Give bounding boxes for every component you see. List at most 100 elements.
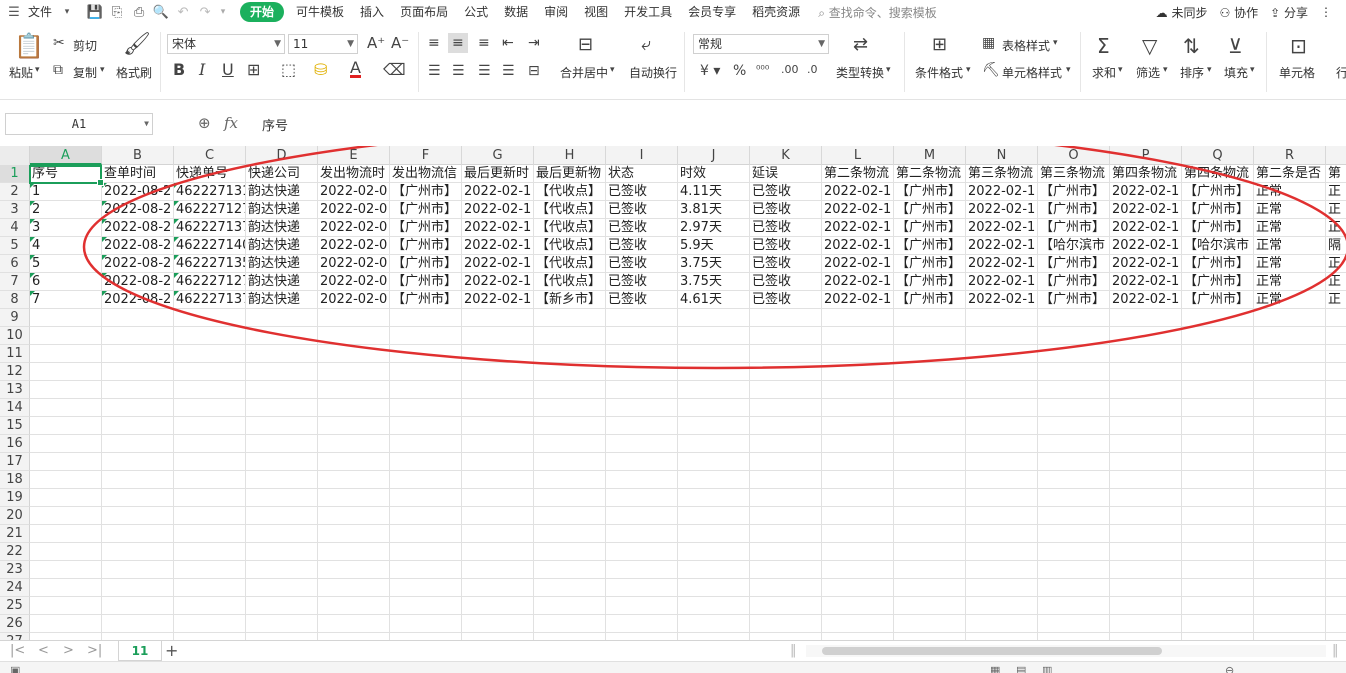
chevron-down-icon[interactable]: ▾ — [1250, 66, 1255, 75]
cell-D13[interactable] — [246, 381, 318, 398]
row-header-2[interactable]: 2 — [0, 183, 30, 201]
cell-M26[interactable] — [894, 615, 966, 632]
indent-decrease-icon[interactable]: ⇤ — [502, 36, 514, 50]
cell-Q12[interactable] — [1182, 363, 1254, 380]
cell-M12[interactable] — [894, 363, 966, 380]
cell-M5[interactable]: 【广州市】 — [894, 237, 966, 254]
cell-J27[interactable] — [678, 633, 750, 640]
cell-Q27[interactable] — [1182, 633, 1254, 640]
cell-E23[interactable] — [318, 561, 390, 578]
cell-J23[interactable] — [678, 561, 750, 578]
cell-K11[interactable] — [750, 345, 822, 362]
row-header-23[interactable]: 23 — [0, 561, 30, 579]
row-header-16[interactable]: 16 — [0, 435, 30, 453]
cell-K13[interactable] — [750, 381, 822, 398]
cell-Q16[interactable] — [1182, 435, 1254, 452]
cell-S3[interactable]: 正 — [1326, 201, 1346, 218]
column-header-A[interactable]: A — [30, 146, 102, 165]
cell-Q13[interactable] — [1182, 381, 1254, 398]
cell-M27[interactable] — [894, 633, 966, 640]
cell-D27[interactable] — [246, 633, 318, 640]
cell-S17[interactable] — [1326, 453, 1346, 470]
cell-F5[interactable]: 【广州市】 — [390, 237, 462, 254]
paste-icon[interactable]: 📋 — [14, 34, 44, 58]
cell-A16[interactable] — [30, 435, 102, 452]
cell-H27[interactable] — [534, 633, 606, 640]
cell-J25[interactable] — [678, 597, 750, 614]
eraser-icon[interactable]: ⌫ — [383, 62, 406, 78]
function-icon[interactable]: fx — [224, 114, 238, 132]
cell-B16[interactable] — [102, 435, 174, 452]
cell-E12[interactable] — [318, 363, 390, 380]
cell-N6[interactable]: 2022-02-1 — [966, 255, 1038, 272]
cell-Q5[interactable]: 【哈尔滨市 — [1182, 237, 1254, 254]
cell-K21[interactable] — [750, 525, 822, 542]
cell-R6[interactable]: 正常 — [1254, 255, 1326, 272]
cell-F24[interactable] — [390, 579, 462, 596]
cell-P26[interactable] — [1110, 615, 1182, 632]
cell-K20[interactable] — [750, 507, 822, 524]
cell-P2[interactable]: 2022-02-1 — [1110, 183, 1182, 200]
cell-A9[interactable] — [30, 309, 102, 326]
cell-H3[interactable]: 【代收点】 — [534, 201, 606, 218]
cell-P21[interactable] — [1110, 525, 1182, 542]
column-header-B[interactable]: B — [102, 146, 174, 165]
cell-N5[interactable]: 2022-02-1 — [966, 237, 1038, 254]
justify-icon[interactable]: ☰ — [502, 64, 515, 78]
cell-N10[interactable] — [966, 327, 1038, 344]
cell-B13[interactable] — [102, 381, 174, 398]
cell-C11[interactable] — [174, 345, 246, 362]
number-format-select[interactable]: 常规 ▼ — [693, 34, 829, 54]
cell-A6[interactable]: 5 — [30, 255, 102, 272]
cell-C3[interactable]: 462227127 — [174, 201, 246, 218]
splitter-icon[interactable]: ‖ — [1332, 643, 1339, 658]
cell-J24[interactable] — [678, 579, 750, 596]
cell-N24[interactable] — [966, 579, 1038, 596]
scrollbar-thumb[interactable] — [822, 647, 1162, 655]
print-icon[interactable]: ⎙ — [128, 0, 150, 24]
cell-P12[interactable] — [1110, 363, 1182, 380]
cell-A18[interactable] — [30, 471, 102, 488]
cell-Q4[interactable]: 【广州市】 — [1182, 219, 1254, 236]
cell-C8[interactable]: 462227137 — [174, 291, 246, 308]
cell-H1[interactable]: 最后更新物 — [534, 165, 606, 182]
cell-P24[interactable] — [1110, 579, 1182, 596]
cell-F12[interactable] — [390, 363, 462, 380]
cell-L6[interactable]: 2022-02-1 — [822, 255, 894, 272]
chevron-down-icon[interactable]: ▾ — [216, 0, 230, 24]
cell-P15[interactable] — [1110, 417, 1182, 434]
cell-C27[interactable] — [174, 633, 246, 640]
row-header-8[interactable]: 8 — [0, 291, 30, 309]
cell-D9[interactable] — [246, 309, 318, 326]
cell-O7[interactable]: 【广州市】 — [1038, 273, 1110, 290]
cell-B9[interactable] — [102, 309, 174, 326]
chevron-down-icon[interactable]: ▾ — [966, 66, 971, 75]
cell-C19[interactable] — [174, 489, 246, 506]
cell-K18[interactable] — [750, 471, 822, 488]
cell-E9[interactable] — [318, 309, 390, 326]
cell-R25[interactable] — [1254, 597, 1326, 614]
cell-N18[interactable] — [966, 471, 1038, 488]
cell-C5[interactable]: 462227140 — [174, 237, 246, 254]
menu-icon[interactable]: ☰ — [0, 0, 28, 24]
cell-L27[interactable] — [822, 633, 894, 640]
cell-H16[interactable] — [534, 435, 606, 452]
cell-F1[interactable]: 发出物流信 — [390, 165, 462, 182]
cell-style-icon[interactable]: ⛏ — [982, 63, 1000, 77]
row-header-24[interactable]: 24 — [0, 579, 30, 597]
cell-Q9[interactable] — [1182, 309, 1254, 326]
merge-center-button[interactable]: 合并居中 — [560, 64, 608, 81]
cell-J4[interactable]: 2.97天 — [678, 219, 750, 236]
cell-A12[interactable] — [30, 363, 102, 380]
cell-E3[interactable]: 2022-02-0 — [318, 201, 390, 218]
cell-G9[interactable] — [462, 309, 534, 326]
chevron-down-icon[interactable]: ▾ — [35, 66, 40, 75]
cell-C20[interactable] — [174, 507, 246, 524]
cell-N4[interactable]: 2022-02-1 — [966, 219, 1038, 236]
cell-R9[interactable] — [1254, 309, 1326, 326]
cell-B27[interactable] — [102, 633, 174, 640]
cell-N23[interactable] — [966, 561, 1038, 578]
cell-M11[interactable] — [894, 345, 966, 362]
cell-E2[interactable]: 2022-02-0 — [318, 183, 390, 200]
column-header-O[interactable]: O — [1038, 146, 1110, 165]
